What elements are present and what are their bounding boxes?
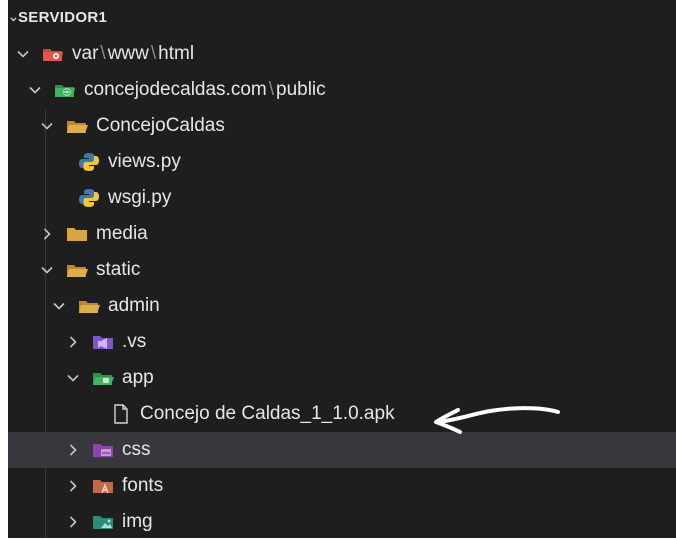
chevron-right-icon [64, 477, 82, 495]
folder-label: fonts [122, 475, 164, 496]
chevron-down-icon [38, 117, 56, 135]
path-part: var [72, 43, 99, 64]
font-folder-icon [92, 476, 114, 496]
section-header[interactable]: ⌄ SERVIDOR1 [8, 0, 676, 34]
tree-item-admin[interactable]: admin [8, 288, 676, 324]
image-folder-icon [92, 512, 114, 532]
chevron-right-icon [64, 441, 82, 459]
file-explorer: ⌄ SERVIDOR1 var \ www \ html concejodeca… [8, 0, 676, 538]
tree-item-app[interactable]: app [8, 360, 676, 396]
chevron-down-icon [64, 369, 82, 387]
folder-label: media [96, 223, 148, 244]
file-label: wsgi.py [108, 187, 172, 208]
tree-item-img[interactable]: img [8, 504, 676, 538]
python-icon [78, 188, 100, 208]
folder-open-icon [66, 116, 88, 136]
visual-studio-folder-icon [92, 332, 114, 352]
folder-label: img [122, 511, 153, 532]
section-title: SERVIDOR1 [18, 8, 108, 26]
python-icon [78, 152, 100, 172]
path-part: concejodecaldas.com [84, 79, 267, 100]
tree-item-site[interactable]: concejodecaldas.com \ public [8, 72, 676, 108]
chevron-down-icon [50, 297, 68, 315]
folder-label: static [96, 259, 141, 280]
folder-open-icon [66, 260, 88, 280]
path-part: html [158, 43, 195, 64]
chevron-down-icon [14, 45, 32, 63]
tree-item-fonts[interactable]: fonts [8, 468, 676, 504]
tree-item-vs[interactable]: .vs [8, 324, 676, 360]
file-label: Concejo de Caldas_1_1.0.apk [140, 403, 395, 424]
path-separator: \ [100, 43, 106, 64]
chevron-down-icon [38, 261, 56, 279]
tree-item-views-py[interactable]: views.py [8, 144, 676, 180]
tree-item-concejocaldas[interactable]: ConcejoCaldas [8, 108, 676, 144]
chevron-right-icon [64, 333, 82, 351]
path-part: www [107, 43, 149, 64]
path-part: public [276, 79, 326, 100]
folder-label: .vs [122, 331, 147, 352]
folder-label: admin [108, 295, 160, 316]
arrow-annotation [434, 406, 560, 434]
tree-item-root[interactable]: var \ www \ html [8, 36, 676, 72]
chevron-down-icon [26, 81, 44, 99]
chevron-right-icon [64, 513, 82, 531]
green-world-folder-icon [54, 80, 76, 100]
chevron-right-icon [38, 225, 56, 243]
tree-item-media[interactable]: media [8, 216, 676, 252]
folder-label: ConcejoCaldas [96, 115, 225, 136]
folder-icon [66, 224, 88, 244]
path-separator: \ [268, 79, 274, 100]
red-folder-icon [42, 44, 64, 64]
folder-label: app [122, 367, 154, 388]
chevron-down-icon: ⌄ [8, 9, 20, 24]
file-icon [110, 404, 132, 424]
file-label: views.py [108, 151, 181, 172]
path-separator: \ [150, 43, 157, 64]
purple-css-folder-icon [92, 440, 114, 460]
folder-label: css [122, 439, 151, 460]
folder-open-icon [78, 296, 100, 316]
tree-item-static[interactable]: static [8, 252, 676, 288]
green-app-folder-icon [92, 368, 114, 388]
tree-item-wsgi-py[interactable]: wsgi.py [8, 180, 676, 216]
